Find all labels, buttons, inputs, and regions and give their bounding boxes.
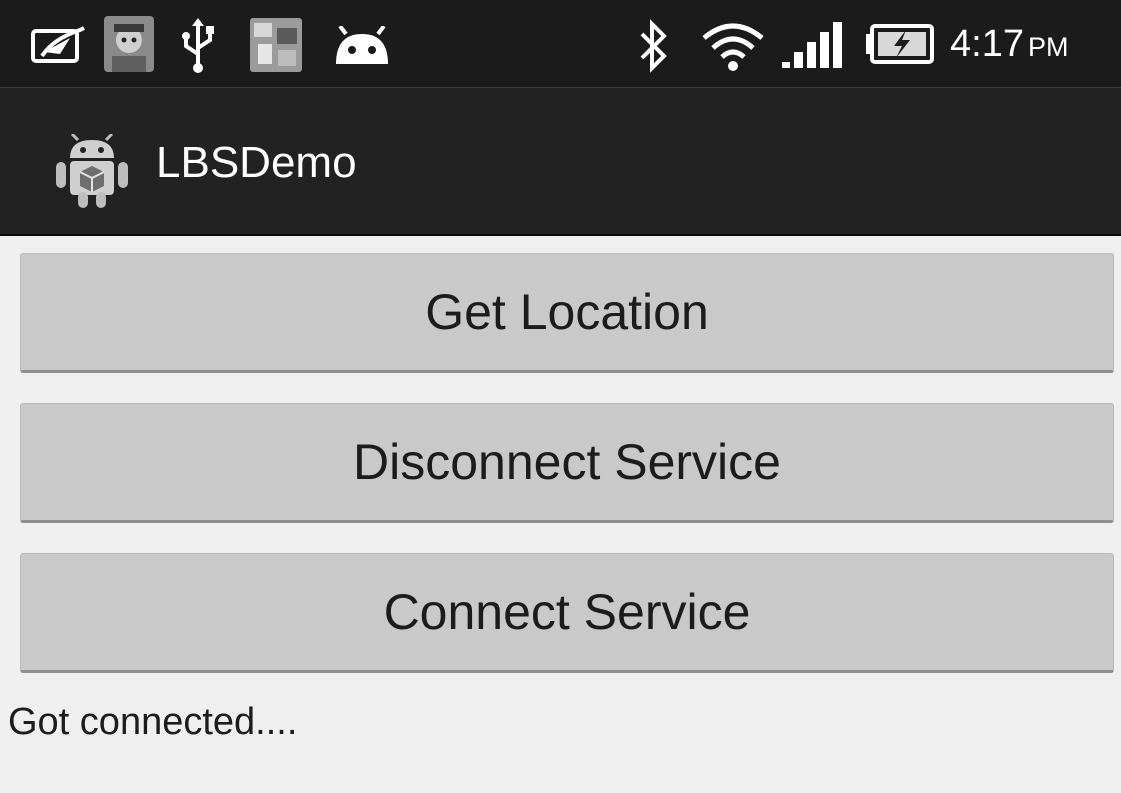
disconnect-service-button[interactable]: Disconnect Service: [20, 403, 1114, 523]
status-bar-time: 4:17 PM: [950, 24, 1068, 67]
character-avatar-icon: [104, 16, 154, 72]
bluetooth-icon: [640, 19, 667, 73]
time-ampm: PM: [1027, 32, 1069, 62]
usb-icon: [182, 18, 214, 73]
game-thumbnail-icon: [250, 18, 302, 72]
app-title: LBSDemo: [156, 138, 357, 187]
get-location-button[interactable]: Get Location: [20, 253, 1114, 373]
battery-charging-icon: [866, 24, 934, 64]
android-app-icon: [56, 134, 128, 208]
notepad-icon: [31, 26, 85, 63]
signal-icon: [782, 22, 842, 68]
time-text: 4:17: [950, 23, 1024, 65]
connect-service-button[interactable]: Connect Service: [20, 553, 1114, 673]
status-bar: 4:17 PM: [0, 0, 1121, 88]
android-head-icon: [336, 26, 388, 64]
wifi-icon: [702, 23, 764, 71]
connection-status-text: Got connected....: [8, 701, 298, 743]
action-bar: LBSDemo: [0, 88, 1121, 236]
phone-screen: 4:17 PM LBSDemo Get Location Disconnect S…: [0, 0, 1121, 793]
